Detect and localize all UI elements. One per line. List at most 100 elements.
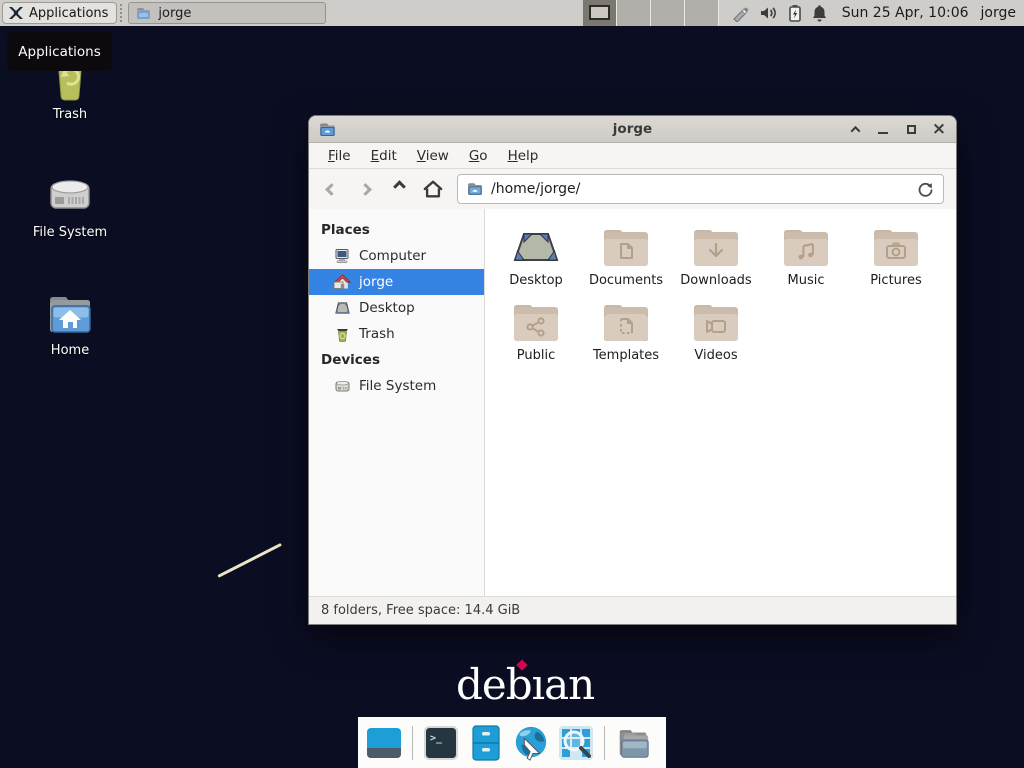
folder-label: Pictures [870,273,921,288]
folder-label: Templates [593,348,659,363]
terminal-launcher[interactable]: >_ [422,724,460,762]
location-path[interactable]: /home/jorge/ [491,181,909,197]
sidebar-item-label: Desktop [359,300,415,316]
app-finder-icon [557,724,595,762]
public-folder-icon [510,300,562,344]
applications-menu-label: Applications [29,6,108,21]
hard-drive-icon [334,378,351,394]
debian-logo-dotless-i: ı [532,660,544,709]
sidebar-item-jorge[interactable]: jorge [309,269,484,295]
menu-file[interactable]: File [319,144,360,168]
folder-label: Music [788,273,825,288]
dock-separator [412,726,413,760]
stylus-pen-tray-icon[interactable] [731,4,751,22]
volume-tray-icon[interactable] [760,5,779,21]
sidebar-item-label: Trash [359,326,395,342]
location-folder-icon [467,182,483,196]
file-cabinet-launcher[interactable] [467,724,505,762]
applications-tooltip: Applications [7,32,112,71]
folder-pictures[interactable]: Pictures [852,221,940,288]
menu-go[interactable]: Go [460,144,497,168]
hard-drive-icon [44,168,96,220]
web-browser-globe-icon [512,723,550,763]
workspace-3[interactable] [651,0,685,26]
menu-view[interactable]: View [408,144,458,168]
sidebar-item-filesystem[interactable]: File System [309,373,484,399]
dock-separator [604,726,605,760]
trash-icon [334,326,351,342]
desktop-icon-label: Home [51,343,89,358]
location-bar[interactable]: /home/jorge/ [457,174,944,204]
status-text: 8 folders, Free space: 14.4 GiB [321,603,520,618]
home-button[interactable] [423,177,443,201]
documents-folder-icon [600,225,652,269]
window-titlebar[interactable]: jorge × [309,116,956,143]
folder-videos[interactable]: Videos [672,296,760,363]
window-shade-button[interactable] [848,122,862,136]
back-button[interactable] [321,177,341,201]
desktop-icon-label: Trash [53,107,87,122]
menu-help[interactable]: Help [499,144,548,168]
files-pane[interactable]: Desktop Documents [485,209,956,596]
workspace-2[interactable] [617,0,651,26]
reload-icon[interactable] [917,181,934,198]
sidebar-item-label: File System [359,378,436,394]
workspace-4[interactable] [685,0,719,26]
workspace-window-thumb [589,5,610,20]
menubar: File Edit View Go Help [309,143,956,169]
statusbar: 8 folders, Free space: 14.4 GiB [309,596,956,624]
menu-edit[interactable]: Edit [362,144,406,168]
workspace-pager [583,0,719,26]
panel-username: jorge [981,5,1016,21]
battery-tray-icon[interactable] [788,4,802,22]
sidebar-item-desktop[interactable]: Desktop [309,295,484,321]
window-content: Places Computer jorge [309,209,956,596]
directory-menu-button[interactable] [614,724,652,762]
system-tray [731,4,828,22]
sidebar-item-trash[interactable]: Trash [309,321,484,347]
pictures-folder-icon [870,225,922,269]
debian-logo-text: an [544,660,594,709]
folder-label: Desktop [509,273,563,288]
window-close-button[interactable]: × [932,122,946,136]
files-grid: Desktop Documents [485,209,956,363]
folder-documents[interactable]: Documents [582,221,670,288]
workspace-1[interactable] [583,0,617,26]
desktop-icon-label: File System [33,225,107,240]
notification-bell-tray-icon[interactable] [811,4,828,22]
folder-label: Documents [589,273,663,288]
toolbar: /home/jorge/ [309,169,956,209]
window-maximize-button[interactable] [904,122,918,136]
folder-label: Public [517,348,555,363]
sidebar: Places Computer jorge [309,209,485,596]
forward-button[interactable] [355,177,375,201]
desktop-icon-home[interactable]: Home [20,292,120,358]
app-finder-launcher[interactable] [557,724,595,762]
folder-templates[interactable]: Templates [582,296,670,363]
folder-desktop[interactable]: Desktop [492,221,580,288]
show-desktop-button[interactable] [365,724,403,762]
folder-public[interactable]: Public [492,296,580,363]
downloads-folder-icon [690,225,742,269]
taskbar-window-label: jorge [158,6,191,21]
applications-menu-button[interactable]: Applications [2,2,117,24]
sidebar-item-computer[interactable]: Computer [309,243,484,269]
sidebar-header-places: Places [309,217,484,243]
folder-icon [136,7,151,20]
web-browser-launcher[interactable] [512,724,550,762]
tasklist-handle [120,4,125,22]
panel-clock[interactable]: Sun 25 Apr, 10:06 [842,5,969,21]
home-icon [423,179,443,199]
applications-tooltip-text: Applications [18,44,100,60]
home-icon [334,274,351,290]
file-cabinet-icon [469,724,503,762]
folder-downloads[interactable]: Downloads [672,221,760,288]
window-minimize-button[interactable] [876,122,890,136]
taskbar-window-button[interactable]: jorge [128,2,326,24]
file-manager-window: jorge × File Edit View Go Help [308,115,957,625]
show-desktop-icon [365,724,403,762]
folder-label: Videos [694,348,737,363]
desktop-icon-filesystem[interactable]: File System [20,168,120,240]
folder-music[interactable]: Music [762,221,850,288]
up-button[interactable] [389,177,409,201]
